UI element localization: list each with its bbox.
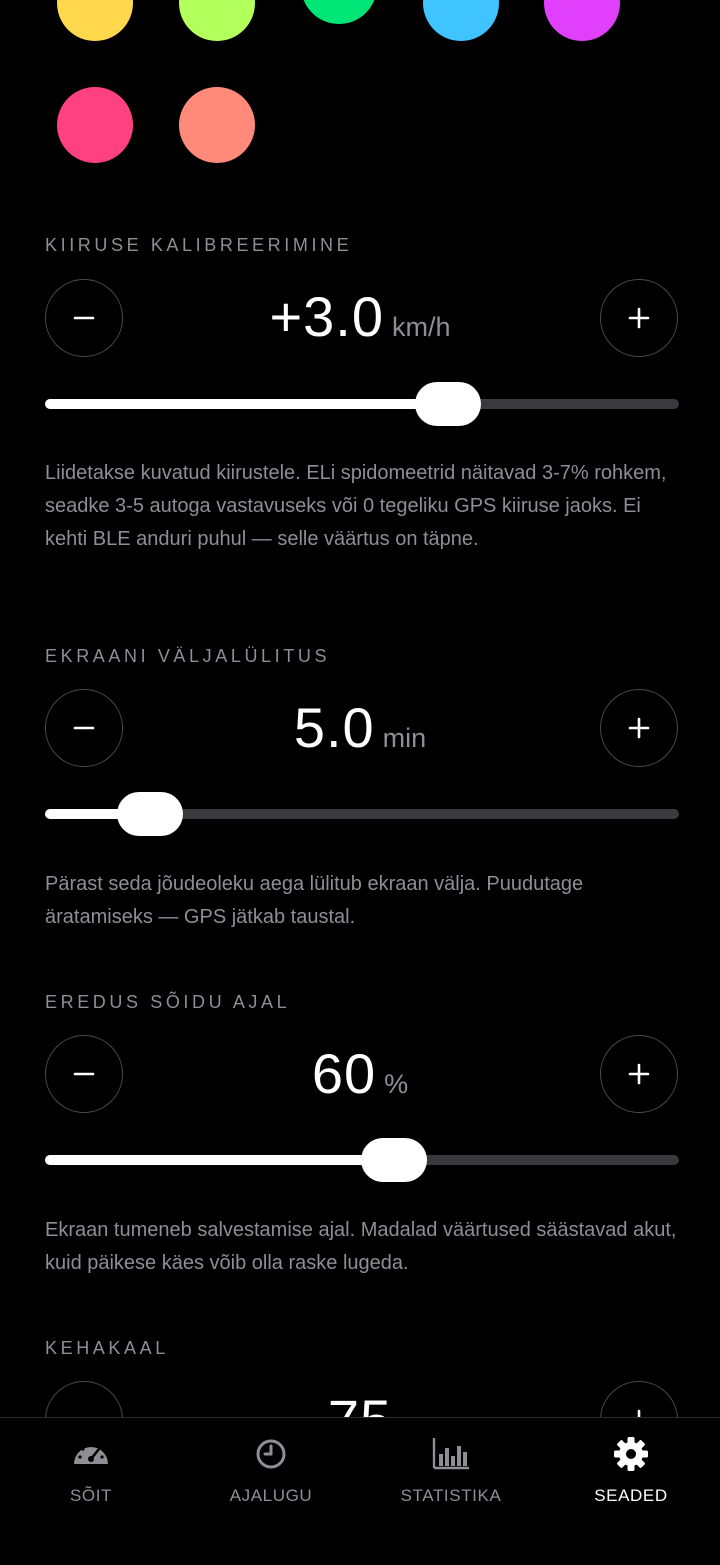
body-weight-value: 75 [328,1388,392,1417]
brightness-readout: 60% [150,1041,570,1106]
bottom-tab-bar: SÕIT AJALUGU STATISTIKA SEADED [0,1417,720,1565]
settings-scroll-area[interactable]: KIIRUSE KALIBREERIMINE +3.0 km/h Liidetak… [0,0,720,1417]
screen-off-readout: 5.0 min [150,695,570,760]
brightness-increase-button[interactable] [600,1035,678,1113]
speed-decrease-button[interactable] [45,279,123,357]
weight-increase-button[interactable] [600,1381,678,1417]
tab-ride[interactable]: SÕIT [1,1434,181,1506]
screen-off-value: 5.0 [293,696,375,759]
slider-thumb[interactable] [116,792,183,836]
brightness-title: EREDUS SÕIDU AJAL [45,992,291,1012]
clock-icon [256,1439,286,1469]
tab-history-label: AJALUGU [229,1486,313,1505]
color-swatch-yellow[interactable] [57,0,133,41]
minus-icon [72,1408,96,1417]
screen-off-decrease-button[interactable] [45,689,123,767]
tab-settings-label: SEADED [594,1486,668,1505]
brightness-description: Ekraan tumeneb salvestamise ajal. Madala… [45,1219,677,1274]
slider-fill [45,1155,394,1165]
speed-calibration-slider[interactable] [45,382,679,426]
minus-icon [73,726,95,730]
minus-icon [73,316,95,320]
plus-icon [628,717,650,739]
screen-off-slider[interactable] [45,792,679,836]
speed-calibration-description: Liidetakse kuvatud kiirustele. ELi spido… [45,462,667,550]
body-weight-readout: 75 [150,1387,570,1417]
body-weight-title: KEHAKAAL [45,1338,169,1358]
screen-off-title: EKRAANI VÄLJALÜLITUS [45,646,331,666]
screen-off-unit: min [382,723,427,753]
minus-icon [73,1072,95,1076]
slider-fill [45,399,448,409]
plus-icon [628,307,650,329]
screen-off-increase-button[interactable] [600,689,678,767]
speed-calibration-readout: +3.0 km/h [150,284,570,349]
slider-thumb[interactable] [360,1138,427,1182]
tab-statistics-label: STATISTIKA [400,1486,502,1505]
screen-off-description: Pärast seda jõudeoleku aega lülitub ekra… [45,873,584,928]
brightness-unit: % [384,1069,409,1099]
gear-icon [614,1437,648,1471]
brightness-decrease-button[interactable] [45,1035,123,1113]
color-swatch-purple[interactable] [544,0,620,41]
tab-settings[interactable]: SEADED [541,1434,720,1506]
bar-chart-icon [432,1438,469,1470]
tab-statistics[interactable]: STATISTIKA [361,1434,541,1506]
color-swatch-salmon[interactable] [179,87,255,163]
color-swatch-pink[interactable] [57,87,133,163]
color-swatch-green[interactable] [301,0,377,24]
color-swatch-lime[interactable] [179,0,255,41]
brightness-slider[interactable] [45,1138,679,1182]
speed-increase-button[interactable] [600,279,678,357]
brightness-value: 60 [311,1042,377,1105]
plus-icon [637,1409,641,1417]
color-swatch-blue[interactable] [423,0,499,41]
speed-calibration-title: KIIRUSE KALIBREERIMINE [45,235,353,255]
weight-decrease-button[interactable] [45,1381,123,1417]
tab-history[interactable]: AJALUGU [181,1434,361,1506]
plus-icon [628,1063,650,1085]
tab-ride-label: SÕIT [69,1486,113,1505]
slider-thumb[interactable] [414,382,481,426]
speed-calibration-unit: km/h [392,312,451,342]
speedometer-icon [74,1443,108,1464]
speed-calibration-value: +3.0 [269,285,385,348]
